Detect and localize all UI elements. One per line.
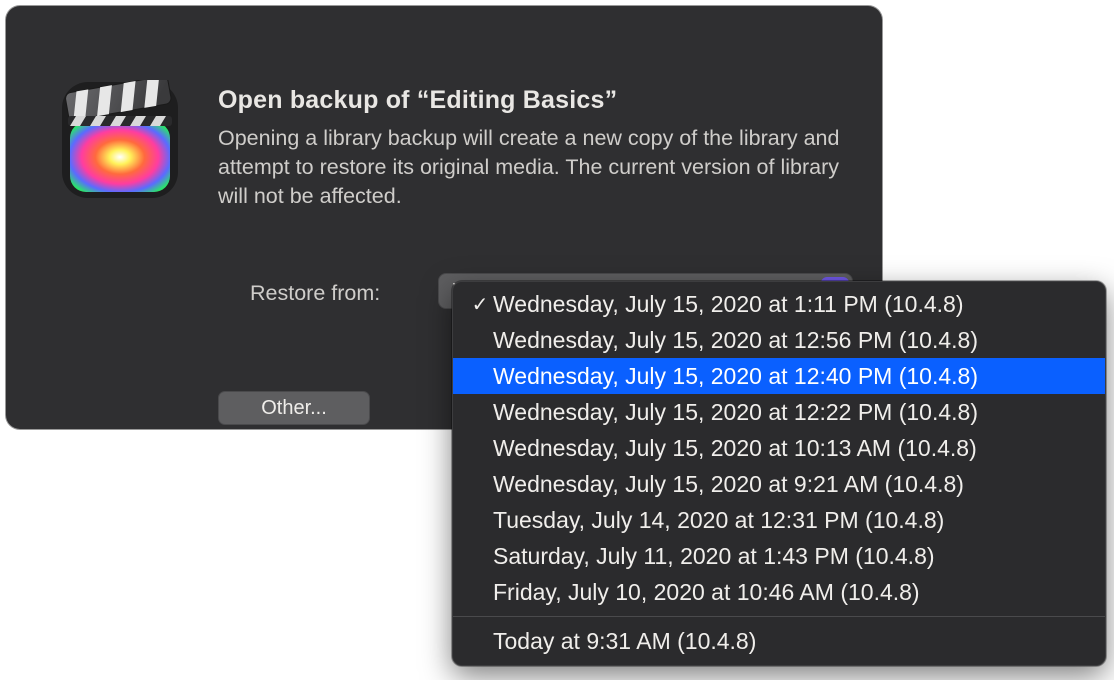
dialog-description: Opening a library backup will create a n… xyxy=(218,124,842,211)
menu-separator xyxy=(453,616,1105,617)
menu-item-label: Today at 9:31 AM (10.4.8) xyxy=(493,628,756,655)
menu-item-label: Tuesday, July 14, 2020 at 12:31 PM (10.4… xyxy=(493,507,944,534)
menu-item-label: Wednesday, July 15, 2020 at 1:11 PM (10.… xyxy=(493,291,964,318)
menu-item[interactable]: ✓ Tuesday, July 14, 2020 at 12:31 PM (10… xyxy=(453,502,1105,538)
menu-item[interactable]: ✓ Wednesday, July 15, 2020 at 12:56 PM (… xyxy=(453,322,1105,358)
menu-item-label: Wednesday, July 15, 2020 at 10:13 AM (10… xyxy=(493,435,977,462)
menu-item-label: Saturday, July 11, 2020 at 1:43 PM (10.4… xyxy=(493,543,935,570)
menu-item-label: Wednesday, July 15, 2020 at 12:40 PM (10… xyxy=(493,363,978,390)
restore-from-label: Restore from: xyxy=(250,281,380,306)
menu-item[interactable]: ✓ Wednesday, July 15, 2020 at 1:11 PM (1… xyxy=(453,286,1105,322)
menu-item-label: Friday, July 10, 2020 at 10:46 AM (10.4.… xyxy=(493,579,920,606)
menu-item[interactable]: ✓ Saturday, July 11, 2020 at 1:43 PM (10… xyxy=(453,538,1105,574)
restore-from-menu: ✓ Wednesday, July 15, 2020 at 1:11 PM (1… xyxy=(452,281,1106,666)
checkmark-icon: ✓ xyxy=(467,292,493,317)
menu-item-label: Wednesday, July 15, 2020 at 12:22 PM (10… xyxy=(493,399,978,426)
menu-item-label: Wednesday, July 15, 2020 at 9:21 AM (10.… xyxy=(493,471,964,498)
menu-item[interactable]: ✓ Wednesday, July 15, 2020 at 9:21 AM (1… xyxy=(453,466,1105,502)
menu-item[interactable]: ✓ Wednesday, July 15, 2020 at 12:40 PM (… xyxy=(453,358,1105,394)
menu-item-label: Wednesday, July 15, 2020 at 12:56 PM (10… xyxy=(493,327,978,354)
other-button-label: Other... xyxy=(261,397,327,420)
menu-item[interactable]: ✓ Wednesday, July 15, 2020 at 10:13 AM (… xyxy=(453,430,1105,466)
dialog-title: Open backup of “Editing Basics” xyxy=(218,86,617,115)
other-button[interactable]: Other... xyxy=(218,391,370,425)
menu-item[interactable]: ✓ Today at 9:31 AM (10.4.8) xyxy=(453,623,1105,659)
menu-item[interactable]: ✓ Friday, July 10, 2020 at 10:46 AM (10.… xyxy=(453,574,1105,610)
menu-item[interactable]: ✓ Wednesday, July 15, 2020 at 12:22 PM (… xyxy=(453,394,1105,430)
final-cut-pro-icon xyxy=(60,80,180,200)
